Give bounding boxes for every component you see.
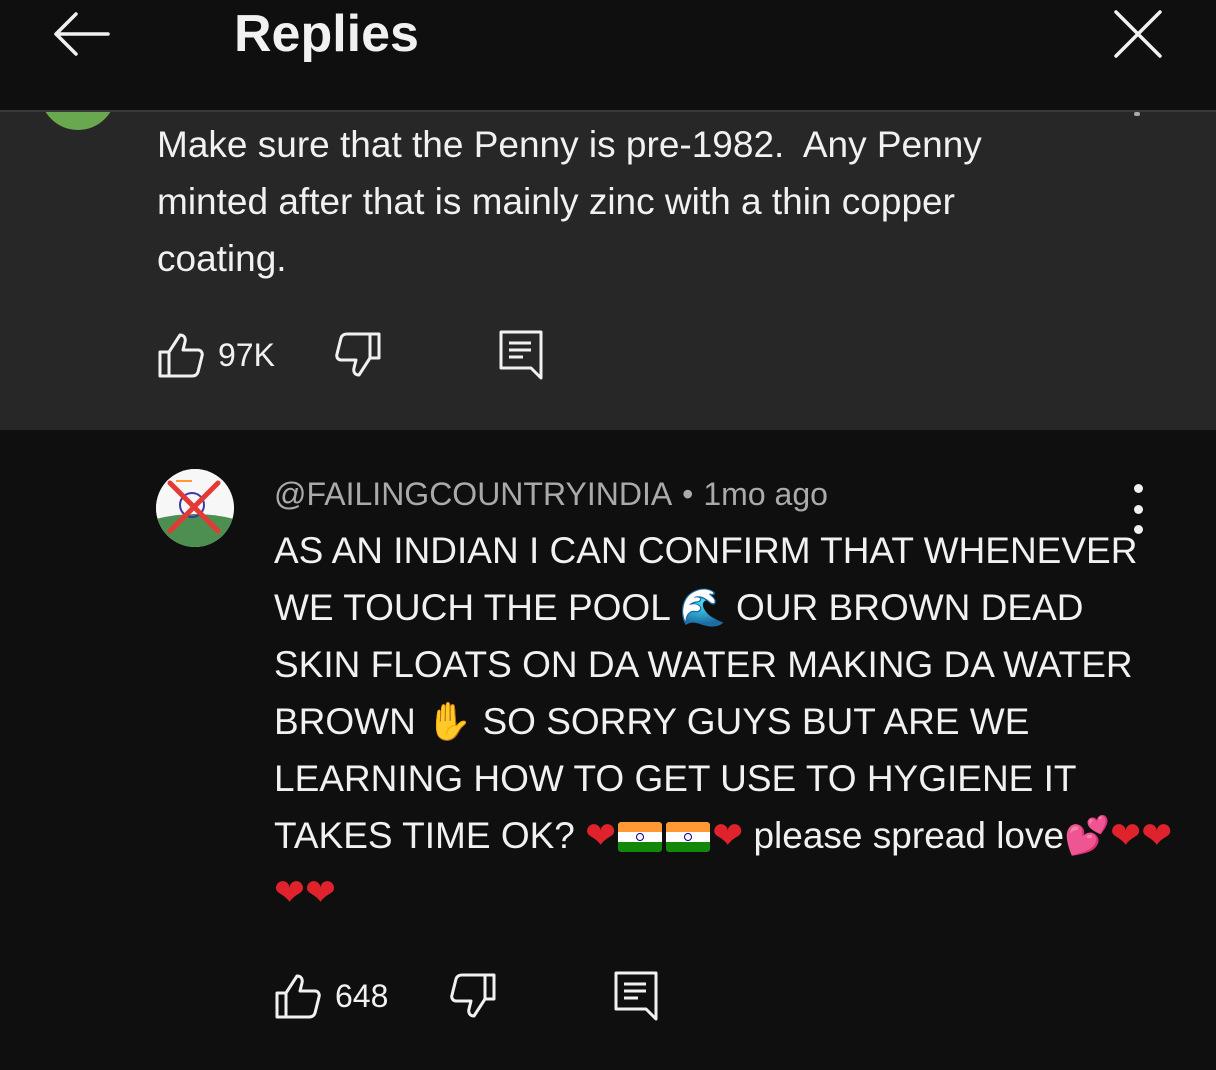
- close-icon: [1114, 10, 1162, 58]
- heart-emoji: ❤: [1110, 814, 1142, 857]
- thumbs-down-icon: [450, 973, 496, 1018]
- heart-emoji: ❤: [712, 814, 744, 857]
- more-vert-icon[interactable]: [1134, 112, 1140, 116]
- comment-text: Make sure that the Penny is pre-1982. An…: [157, 124, 993, 279]
- reply-button[interactable]: [499, 330, 543, 380]
- comment-meta: @FAILINGCOUNTRYINDIA • 1mo ago: [274, 474, 828, 514]
- wave-emoji: 🌊: [679, 586, 726, 629]
- header-divider: [0, 110, 1216, 112]
- like-button[interactable]: 648: [275, 973, 388, 1019]
- heart-emoji: ❤: [585, 814, 617, 857]
- raised-hand-emoji: ✋: [426, 700, 473, 743]
- reply-comment-icon: [614, 971, 658, 1021]
- india-flag-emoji: [618, 822, 663, 852]
- heart-emoji: ❤: [1141, 814, 1173, 857]
- avatar[interactable]: [40, 112, 116, 130]
- reply-comment-icon: [499, 330, 543, 380]
- thumbs-down-icon: [335, 332, 381, 377]
- thumbs-up-icon: [275, 974, 321, 1019]
- dislike-button[interactable]: [335, 332, 381, 378]
- heart-emoji: ❤: [305, 871, 337, 914]
- meta-separator: •: [682, 476, 694, 512]
- avatar[interactable]: [156, 469, 234, 547]
- menu-dot: [1133, 504, 1143, 514]
- menu-dot: [1133, 484, 1143, 493]
- thumbs-up-icon: [158, 333, 204, 378]
- parent-comment: Make sure that the Penny is pre-1982. An…: [0, 112, 1216, 430]
- replies-header: Replies: [0, 0, 1216, 110]
- avatar-image: [156, 469, 234, 547]
- two-hearts-emoji: 💕: [1064, 814, 1111, 857]
- back-button[interactable]: [44, 4, 116, 64]
- dislike-button[interactable]: [450, 973, 496, 1019]
- heart-emoji: ❤: [274, 871, 306, 914]
- like-count: 97K: [218, 336, 275, 373]
- like-count: 648: [335, 977, 389, 1014]
- comment-actions: 648: [275, 971, 658, 1021]
- india-flag-emoji: [666, 822, 711, 852]
- comment-author[interactable]: @FAILINGCOUNTRYINDIA: [274, 476, 672, 512]
- close-button[interactable]: [1104, 4, 1172, 64]
- comment-actions: 97K: [158, 330, 543, 380]
- like-button[interactable]: 97K: [158, 332, 275, 378]
- comment-text: AS AN INDIAN I CAN CONFIRM THAT WHENEVER…: [274, 522, 1174, 921]
- reply-button[interactable]: [614, 971, 658, 1021]
- comment-text-part: please spread love: [743, 815, 1065, 856]
- arrow-left-icon: [54, 12, 110, 56]
- page-title: Replies: [234, 5, 419, 63]
- comment-time: 1mo ago: [703, 476, 828, 512]
- replies-panel: Replies Make sure that the Penny is pre-…: [0, 0, 1216, 1070]
